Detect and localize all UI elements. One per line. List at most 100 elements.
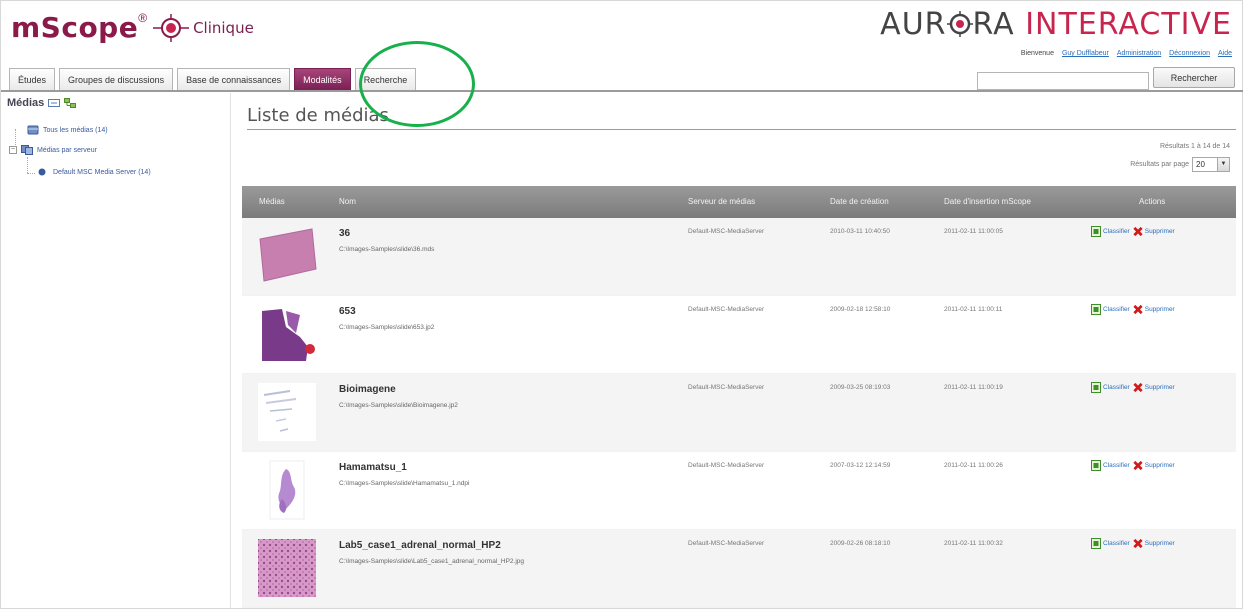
classify-label: Classifier (1103, 228, 1130, 235)
sidebar-item-default-media-server[interactable]: Default MSC Media Server (14) (37, 167, 151, 177)
delete-x-icon (1133, 538, 1143, 549)
classify-label: Classifier (1103, 462, 1130, 469)
slide-thumbnail-icon (262, 305, 315, 361)
media-server: Default-MSC-MediaServer (688, 228, 765, 235)
media-thumbnail[interactable] (256, 537, 318, 599)
classify-icon (1091, 460, 1101, 471)
row-actions: Classifier Supprimer (1091, 460, 1175, 471)
column-header-inserted[interactable]: Date d'insertion mScope (944, 186, 1031, 218)
header: mScope ® Clinique AUR RA INTERACTIVE Bie… (1, 1, 1243, 67)
classify-action[interactable]: Classifier (1091, 304, 1130, 315)
sidebar-item-label: Médias par serveur (37, 146, 97, 154)
tab-base-de-connaissances[interactable]: Base de connaissances (177, 68, 291, 90)
classify-icon (1091, 538, 1101, 549)
tab-modalites[interactable]: Modalités (294, 68, 351, 90)
microscope-target-icon (153, 13, 190, 42)
media-thumbnail[interactable] (256, 381, 318, 443)
sidebar-title: Médias (7, 97, 77, 109)
delete-label: Supprimer (1144, 228, 1175, 235)
media-server: Default-MSC-MediaServer (688, 306, 765, 313)
company-name-part1: AUR (880, 7, 947, 42)
search-input[interactable] (977, 72, 1149, 90)
classify-action[interactable]: Classifier (1091, 460, 1130, 471)
inserted-date: 2011-02-11 11:00:05 (944, 228, 1003, 235)
delete-action[interactable]: Supprimer (1133, 226, 1175, 237)
classify-icon (1091, 226, 1101, 237)
table-row[interactable]: 653 C:\Images-Samples\slide\653.jp2 Defa… (242, 296, 1236, 374)
delete-x-icon (1133, 460, 1143, 471)
search-button[interactable]: Rechercher (1153, 67, 1235, 88)
column-header-server[interactable]: Serveur de médias (688, 186, 755, 218)
media-name: 653 (339, 306, 356, 317)
tab-divider (1, 90, 1243, 92)
slide-thumbnail-icon (258, 383, 316, 441)
media-thumbnail[interactable] (256, 303, 318, 365)
table-row[interactable]: Bioimagene C:\Images-Samples\slide\Bioim… (242, 374, 1236, 452)
results-info: Résultats 1 à 14 de 14 (1159, 143, 1230, 150)
delete-x-icon (1133, 304, 1143, 315)
help-link[interactable]: Aide (1218, 50, 1232, 57)
tab-etudes[interactable]: Études (9, 68, 56, 90)
media-path: C:\Images-Samples\slide\Lab5_case1_adren… (339, 558, 524, 565)
delete-action[interactable]: Supprimer (1133, 382, 1175, 393)
delete-action[interactable]: Supprimer (1133, 460, 1175, 471)
tab-groupes-de-discussions[interactable]: Groupes de discussions (59, 68, 174, 90)
delete-label: Supprimer (1144, 540, 1175, 547)
table-row[interactable]: Hamamatsu_1 C:\Images-Samples\slide\Hama… (242, 452, 1236, 530)
media-thumbnail[interactable] (256, 225, 318, 287)
aurora-interactive-logo: AUR RA INTERACTIVE (880, 7, 1232, 42)
administration-link[interactable]: Administration (1117, 50, 1161, 57)
column-header-media[interactable]: Médias (259, 186, 285, 218)
row-actions: Classifier Supprimer (1091, 538, 1175, 549)
tree-collapse-toggle[interactable]: − (9, 146, 17, 154)
classify-label: Classifier (1103, 306, 1130, 313)
welcome-text: Bienvenue (1020, 50, 1054, 57)
media-server: Default-MSC-MediaServer (688, 462, 765, 469)
chevron-down-icon: ▼ (1217, 158, 1229, 171)
delete-x-icon (1133, 226, 1143, 237)
company-name-part3: INTERACTIVE (1025, 7, 1232, 42)
target-o-icon (946, 11, 973, 37)
sidebar: Médias Tous les médias (14) − Médias par… (1, 93, 231, 608)
created-date: 2009-02-18 12:58:10 (830, 306, 891, 313)
sidebar-item-media-by-server[interactable]: − Médias par serveur (9, 145, 97, 155)
media-server: Default-MSC-MediaServer (688, 384, 765, 391)
column-header-created[interactable]: Date de création (830, 186, 889, 218)
row-actions: Classifier Supprimer (1091, 226, 1175, 237)
classify-action[interactable]: Classifier (1091, 226, 1130, 237)
delete-action[interactable]: Supprimer (1133, 538, 1175, 549)
classify-icon (1091, 382, 1101, 393)
media-stack-icon (27, 125, 39, 135)
tree-connector (27, 157, 28, 173)
slide-thumbnail-icon (259, 228, 317, 282)
page-title: Liste de médias (247, 105, 389, 126)
media-thumbnail[interactable] (256, 459, 318, 521)
media-table: Médias Nom Serveur de médias Date de cré… (242, 186, 1236, 608)
app-window: mScope ® Clinique AUR RA INTERACTIVE Bie… (0, 0, 1243, 609)
media-path: C:\Images-Samples\slide\36.mds (339, 246, 435, 253)
table-row[interactable]: Lab5_case1_adrenal_normal_HP2 C:\Images-… (242, 530, 1236, 608)
classify-action[interactable]: Classifier (1091, 382, 1130, 393)
per-page-select[interactable]: 20 ▼ (1192, 157, 1230, 172)
table-row[interactable]: 36 C:\Images-Samples\slide\36.mds Defaul… (242, 218, 1236, 296)
collapse-all-icon[interactable] (48, 98, 61, 108)
user-links: Bienvenue Guy Dufflabeur Administration … (1021, 50, 1232, 57)
classify-action[interactable]: Classifier (1091, 538, 1130, 549)
user-name-link[interactable]: Guy Dufflabeur (1062, 50, 1109, 57)
delete-label: Supprimer (1144, 384, 1175, 391)
column-header-name[interactable]: Nom (339, 186, 356, 218)
per-page-value: 20 (1196, 160, 1205, 169)
sidebar-item-all-media[interactable]: Tous les médias (14) (27, 125, 108, 135)
delete-x-icon (1133, 382, 1143, 393)
delete-action[interactable]: Supprimer (1133, 304, 1175, 315)
expand-tree-icon[interactable] (64, 98, 77, 108)
sidebar-item-label: Default MSC Media Server (14) (53, 168, 151, 176)
sidebar-title-label: Médias (7, 97, 45, 109)
media-path: C:\Images-Samples\slide\Hamamatsu_1.ndpi (339, 480, 470, 487)
classify-icon (1091, 304, 1101, 315)
logout-link[interactable]: Déconnexion (1169, 50, 1210, 57)
tab-recherche[interactable]: Recherche (354, 68, 417, 90)
row-actions: Classifier Supprimer (1091, 382, 1175, 393)
slide-thumbnail-icon (258, 539, 316, 597)
created-date: 2009-03-25 08:19:03 (830, 384, 891, 391)
